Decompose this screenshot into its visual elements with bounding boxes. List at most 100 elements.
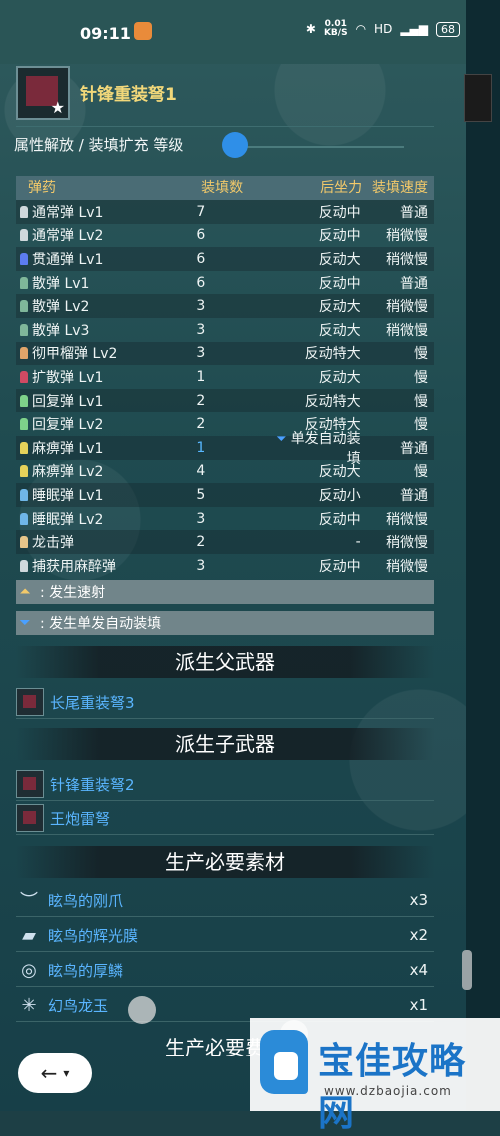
- ammo-recoil: 反动中: [272, 556, 361, 576]
- ammo-name: 回复弹 Lv1: [32, 393, 104, 410]
- level-slider-track[interactable]: [240, 146, 404, 148]
- child-weapon-name: 针锋重装弩2: [50, 775, 135, 794]
- ammo-reload-speed: 稍微慢: [386, 228, 428, 245]
- ammo-name-cell: 散弹 Lv3: [16, 320, 176, 340]
- ammo-name: 通常弹 Lv1: [32, 204, 104, 221]
- legend-rapid-fire: ⏶ : 发生速射: [16, 580, 434, 604]
- header-recoil: 后坐力: [320, 180, 363, 196]
- table-row: 麻痹弹 Lv1 1 ⏷ 单发自动装填 普通: [16, 431, 434, 467]
- legend-auto-label: : 发生单发自动装填: [40, 616, 162, 632]
- ammo-recoil-value: 反动大: [318, 369, 361, 386]
- ammo-name: 散弹 Lv3: [32, 322, 90, 339]
- ammo-recoil-value: 反动中: [318, 275, 361, 292]
- ammo-name-cell: 捕获用麻醉弹: [16, 556, 176, 576]
- back-button[interactable]: ← ▾: [18, 1053, 92, 1093]
- dropdown-chevron-icon: ▾: [63, 1066, 70, 1080]
- ammo-recoil-value: 反动中: [318, 204, 361, 221]
- floating-touch-dot[interactable]: [128, 996, 156, 1024]
- ammo-recoil-value: 反动特大: [304, 346, 361, 363]
- ammo-recoil-value: 反动大: [318, 251, 361, 268]
- ammo-reload-speed: 稍微慢: [386, 299, 428, 316]
- ammo-name-cell: 睡眠弹 Lv1: [16, 485, 176, 505]
- ammo-capacity: 3: [196, 510, 206, 527]
- ammo-recoil: 反动大: [272, 296, 361, 316]
- ammo-reload-speed: 普通: [400, 204, 428, 221]
- child-weapon-link[interactable]: 针锋重装弩2: [16, 768, 434, 801]
- ammo-name: 麻痹弹 Lv1: [32, 440, 104, 457]
- ammo-icon: [20, 559, 28, 572]
- child-weapon-name: 王炮雷弩: [50, 809, 111, 828]
- ammo-reload-speed: 稍微慢: [386, 251, 428, 268]
- ammo-capacity: 4: [196, 463, 206, 480]
- ammo-capacity: 2: [196, 534, 206, 551]
- ammo-name-cell: 扩散弹 Lv1: [16, 367, 176, 387]
- table-row: 散弹 Lv1 6 反动中 普通: [16, 271, 434, 295]
- table-row: 麻痹弹 Lv2 4 反动大 慢: [16, 460, 434, 484]
- watermark-logo-icon: [260, 1030, 308, 1094]
- ammo-capacity: 6: [196, 274, 206, 291]
- battery-icon: 68: [436, 21, 460, 37]
- ammo-name: 睡眠弹 Lv2: [32, 511, 104, 528]
- net-speed: 0.01 KB/S: [324, 20, 348, 38]
- material-qty: x2: [409, 926, 428, 944]
- attribute-level-label: 属性解放 / 装填扩充 等级: [14, 136, 184, 154]
- hd-icon: HD: [374, 22, 393, 36]
- table-row: 捕获用麻醉弹 3 反动中 稍微慢: [16, 554, 434, 578]
- ammo-recoil-value: 反动大: [318, 464, 361, 481]
- signal-icon: ▂▄▆: [400, 22, 428, 36]
- ammo-recoil: 反动小: [272, 485, 361, 505]
- ammo-reload-speed: 慢: [414, 393, 428, 410]
- gem-icon: ✳: [21, 994, 37, 1016]
- material-name: 眩鸟的刚爪: [48, 891, 124, 910]
- notification-app-icon: [134, 22, 152, 40]
- child-weapon-heading: 派生子武器: [16, 728, 434, 760]
- ammo-icon: [20, 536, 28, 549]
- ammo-capacity: 5: [196, 486, 206, 503]
- materials-heading: 生产必要素材: [16, 846, 434, 878]
- material-row[interactable]: ︶ 眩鸟的刚爪 x3: [16, 884, 434, 917]
- ammo-reload-speed: 慢: [414, 464, 428, 481]
- ammo-name-cell: 麻痹弹 Lv1: [16, 438, 176, 458]
- ammo-reload-speed: 稍微慢: [386, 511, 428, 528]
- ammo-capacity: 7: [196, 203, 206, 220]
- panel-grip-handle[interactable]: [462, 950, 472, 990]
- heavy-bowgun-icon: [16, 688, 44, 716]
- ammo-name: 捕获用麻醉弹: [32, 558, 116, 575]
- ammo-recoil: 反动中: [272, 202, 361, 222]
- table-row: 睡眠弹 Lv1 5 反动小 普通: [16, 483, 434, 507]
- qr-code-icon[interactable]: [464, 74, 492, 122]
- ammo-capacity: 1: [196, 368, 206, 385]
- child-weapon-link[interactable]: 王炮雷弩: [16, 802, 434, 835]
- heavy-bowgun-icon: [16, 804, 44, 832]
- material-row[interactable]: ◎ 眩鸟的厚鳞 x4: [16, 954, 434, 987]
- ammo-recoil: 反动大: [272, 461, 361, 481]
- ammo-name-cell: 彻甲榴弹 Lv2: [16, 343, 176, 363]
- parent-weapon-link[interactable]: 长尾重装弩3: [16, 686, 434, 719]
- table-row: 回复弹 Lv2 2 反动特大慢: [16, 412, 434, 436]
- level-slider-knob[interactable]: [222, 132, 248, 158]
- table-row: 龙击弹 2 - 稍微慢: [16, 530, 434, 554]
- ammo-reload-speed: 慢: [414, 417, 428, 434]
- ammo-name: 麻痹弹 Lv2: [32, 464, 104, 481]
- bluetooth-icon: ✱: [305, 22, 316, 36]
- ammo-name: 龙击弹: [32, 535, 74, 552]
- side-panel: [464, 0, 500, 1111]
- star-icon: ★: [50, 98, 65, 117]
- weapon-header: ★ 针锋重装弩1: [16, 64, 434, 120]
- wifi-icon: ◠: [355, 22, 367, 36]
- material-row[interactable]: ▰ 眩鸟的辉光膜 x2: [16, 919, 434, 952]
- ammo-name-cell: 散弹 Lv1: [16, 273, 176, 293]
- parent-weapon-name: 长尾重装弩3: [50, 693, 135, 712]
- scale-icon: ◎: [21, 959, 37, 981]
- back-arrow-icon: ←: [40, 1061, 58, 1085]
- net-speed-unit: KB/S: [323, 28, 348, 38]
- ammo-capacity: 3: [196, 321, 206, 338]
- ammo-name: 通常弹 Lv2: [32, 228, 104, 245]
- parent-weapon-heading: 派生父武器: [16, 646, 434, 678]
- ammo-icon: [20, 441, 28, 454]
- table-row: 贯通弹 Lv1 6 反动大 稍微慢: [16, 247, 434, 271]
- ammo-icon: [20, 418, 28, 431]
- ammo-capacity: 3: [196, 298, 206, 315]
- header-ammo: 弹药: [28, 180, 56, 196]
- ammo-capacity: 3: [196, 345, 206, 362]
